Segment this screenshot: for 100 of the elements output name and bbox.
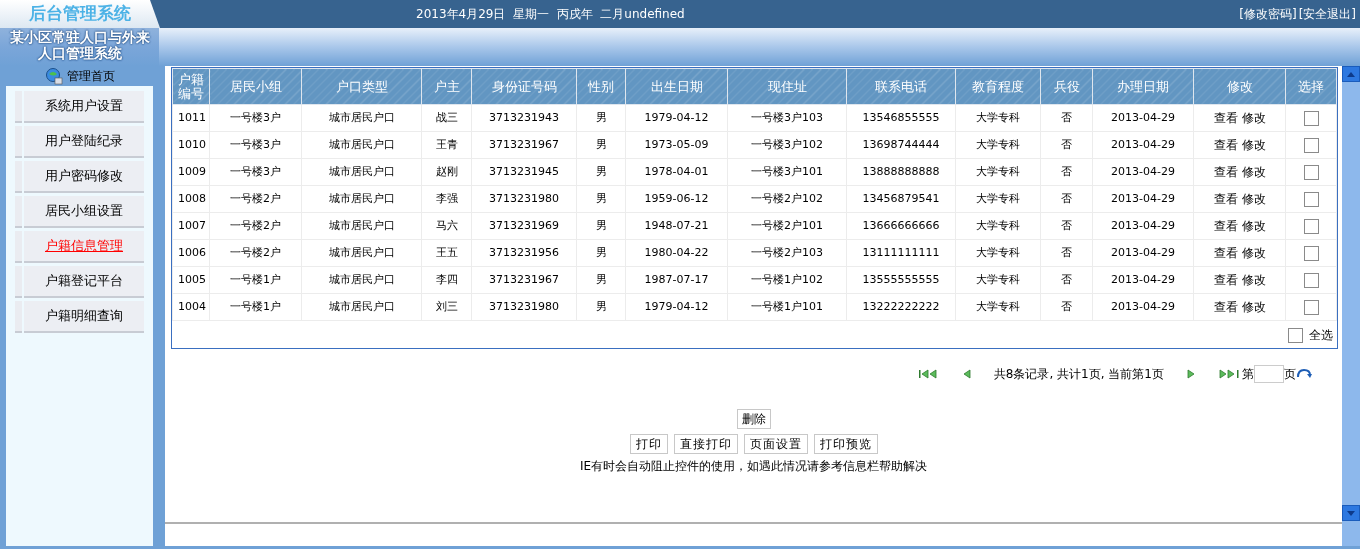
table-cell: 1979-04-12 <box>625 293 728 321</box>
table-cell: 否 <box>1040 131 1093 159</box>
action-link[interactable]: 查看 <box>1213 138 1238 152</box>
checkbox[interactable] <box>1303 219 1319 234</box>
column-header: 联系电话 <box>846 68 956 105</box>
table-cell: 战三 <box>421 104 472 132</box>
table-cell: 1978-04-01 <box>625 158 728 186</box>
checkbox[interactable] <box>1303 246 1319 261</box>
action-link[interactable]: 修改 <box>1241 192 1266 206</box>
header-link[interactable]: [修改密码] <box>1239 5 1297 23</box>
table-cell: 王青 <box>421 131 472 159</box>
table-cell: 王五 <box>421 239 472 267</box>
last-page-icon[interactable] <box>1218 369 1240 379</box>
checkbox[interactable] <box>1303 165 1319 180</box>
table-cell: 13555555555 <box>846 266 956 294</box>
table-cell: 1973-05-09 <box>625 131 728 159</box>
up-arrow-icon <box>1347 71 1355 77</box>
table-cell: 否 <box>1040 158 1093 186</box>
table-cell: 否 <box>1040 104 1093 132</box>
action-link[interactable]: 查看 <box>1213 192 1238 206</box>
pagination-summary: 共8条记录, 共计1页, 当前第1页 <box>993 366 1164 383</box>
print-button[interactable]: 直接打印 <box>673 434 738 454</box>
table-cell: 一号楼1户 <box>209 266 302 294</box>
scroll-up-button[interactable] <box>1342 66 1360 82</box>
table-cell: 3713231980 <box>471 293 577 321</box>
table-cell: 男 <box>576 131 626 159</box>
column-header: 选择 <box>1285 68 1337 105</box>
nav-item[interactable]: 户籍明细查询 <box>24 301 144 333</box>
checkbox[interactable] <box>1303 300 1319 315</box>
action-link[interactable]: 查看 <box>1213 165 1238 179</box>
checkbox[interactable] <box>1288 327 1303 343</box>
print-button[interactable]: 页面设置 <box>743 434 808 454</box>
table-cell: 3713231969 <box>471 212 577 240</box>
action-link[interactable]: 修改 <box>1241 165 1266 179</box>
logo: 后台管理系统 <box>0 0 160 28</box>
table-cell: 一号楼1户 <box>209 293 302 321</box>
action-link[interactable]: 修改 <box>1241 300 1266 314</box>
table-cell: 否 <box>1040 293 1093 321</box>
table-cell: 2013-04-29 <box>1092 293 1194 321</box>
nav-item-strip <box>15 266 22 298</box>
action-link[interactable]: 查看 <box>1213 111 1238 125</box>
column-header: 性别 <box>576 68 626 105</box>
nav-item[interactable]: 用户密码修改 <box>24 161 144 193</box>
scrollbar[interactable] <box>1342 66 1360 546</box>
column-header: 户主 <box>421 68 472 105</box>
previous-page-icon[interactable] <box>961 369 974 379</box>
nav-item[interactable]: 户籍登记平台 <box>24 266 144 298</box>
table-cell: 男 <box>576 239 626 267</box>
refresh-icon[interactable] <box>1296 368 1312 380</box>
home-link[interactable]: 管理首页 <box>66 67 115 85</box>
table-cell: 1005 <box>172 266 210 294</box>
action-link[interactable]: 修改 <box>1241 273 1266 287</box>
select-all-label: 全选 <box>1309 327 1333 344</box>
action-link[interactable]: 查看 <box>1213 273 1238 287</box>
nav-item[interactable]: 居民小组设置 <box>24 196 144 228</box>
action-link[interactable]: 查看 <box>1213 219 1238 233</box>
table-cell: 男 <box>576 293 626 321</box>
table-cell: 否 <box>1040 239 1093 267</box>
first-page-icon[interactable] <box>917 369 940 379</box>
delete-button[interactable]: 删除 <box>736 409 771 429</box>
page-input[interactable] <box>1254 365 1284 383</box>
action-link[interactable]: 查看 <box>1213 300 1238 314</box>
column-header: 修改 <box>1193 68 1286 105</box>
table-cell: 马六 <box>421 212 472 240</box>
table-cell: 大学专科 <box>955 158 1041 186</box>
print-button[interactable]: 打印 <box>629 434 668 454</box>
checkbox[interactable] <box>1303 138 1319 153</box>
action-link[interactable]: 修改 <box>1241 246 1266 260</box>
checkbox[interactable] <box>1303 192 1319 207</box>
table-cell: 赵刚 <box>421 158 472 186</box>
action-link[interactable]: 修改 <box>1241 219 1266 233</box>
table-cell: 一号楼2户102 <box>727 185 847 213</box>
column-header: 兵役 <box>1040 68 1093 105</box>
nav-item[interactable]: 用户登陆纪录 <box>24 126 144 158</box>
table-cell: 2013-04-29 <box>1092 239 1194 267</box>
action-link[interactable]: 查看 <box>1213 246 1238 260</box>
header-link[interactable]: [安全退出] <box>1298 5 1356 23</box>
nav-item-strip <box>15 301 22 333</box>
table-cell: 男 <box>576 212 626 240</box>
checkbox[interactable] <box>1303 111 1319 126</box>
action-link[interactable]: 修改 <box>1241 111 1266 125</box>
table-cell: 1004 <box>172 293 210 321</box>
scroll-down-button[interactable] <box>1342 505 1360 521</box>
table-cell: 1948-07-21 <box>625 212 728 240</box>
table-cell: 大学专科 <box>955 131 1041 159</box>
table-cell: 3713231967 <box>471 131 577 159</box>
column-header: 户籍编号 <box>172 68 210 105</box>
table-cell: 1979-04-12 <box>625 104 728 132</box>
nav-item[interactable]: 系统用户设置 <box>24 91 144 123</box>
table-cell: 13666666666 <box>846 212 956 240</box>
column-header: 身份证号码 <box>471 68 577 105</box>
table-cell: 大学专科 <box>955 293 1041 321</box>
table-cell: 否 <box>1040 185 1093 213</box>
action-link[interactable]: 修改 <box>1241 138 1266 152</box>
table-cell: 否 <box>1040 266 1093 294</box>
table-cell: 2013-04-29 <box>1092 212 1194 240</box>
checkbox[interactable] <box>1303 273 1319 288</box>
nav-item-strip <box>15 126 22 158</box>
table-cell: 1959-06-12 <box>625 185 728 213</box>
print-button[interactable]: 打印预览 <box>813 434 878 454</box>
